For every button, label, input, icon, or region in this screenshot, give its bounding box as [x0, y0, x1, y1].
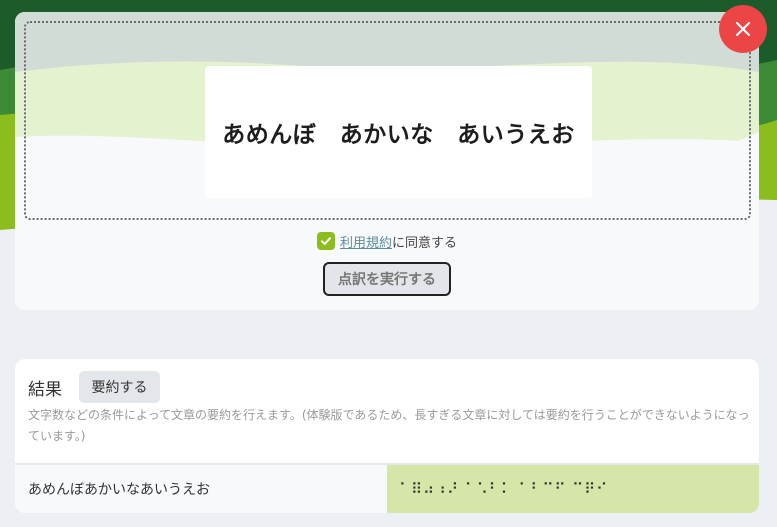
summary-description: 文字数などの条件によって文章の要約を行えます。(体験版であるため、長すぎる文章に…: [28, 408, 750, 443]
terms-agreement: 利用規約 に同意する: [15, 231, 759, 251]
preview-text: あめんぼ あかいな あいうえお: [222, 122, 575, 148]
image-preview: あめんぼ あかいな あいうえお: [205, 66, 592, 198]
agree-label: に同意する: [392, 235, 458, 251]
result-text: あめんぼあかいなあいうえお: [15, 465, 387, 513]
execute-button[interactable]: 点訳を実行する: [323, 262, 451, 296]
summarize-button[interactable]: 要約する: [79, 371, 160, 403]
upload-card: あめんぼ あかいな あいうえお 利用規約 に同意する 点訳を実行する: [15, 12, 759, 310]
close-button[interactable]: [719, 5, 767, 53]
agree-checkbox[interactable]: [316, 232, 335, 250]
check-icon: [320, 237, 331, 245]
terms-link[interactable]: 利用規約: [340, 232, 392, 251]
result-braille: ⠁⠿⠴⠰⠜ ⠁⠡⠃⠅ ⠁⠃⠉⠋ ⠉⠟⠊: [387, 465, 759, 513]
close-icon: [735, 21, 751, 37]
result-row: あめんぼあかいなあいうえお ⠁⠿⠴⠰⠜ ⠁⠡⠃⠅ ⠁⠃⠉⠋ ⠉⠟⠊: [15, 465, 759, 513]
image-drop-zone[interactable]: あめんぼ あかいな あいうえお: [24, 21, 751, 220]
result-card: 結果 要約する 文字数などの条件によって文章の要約を行えます。(体験版であるため…: [15, 359, 759, 513]
result-title: 結果: [28, 380, 62, 400]
